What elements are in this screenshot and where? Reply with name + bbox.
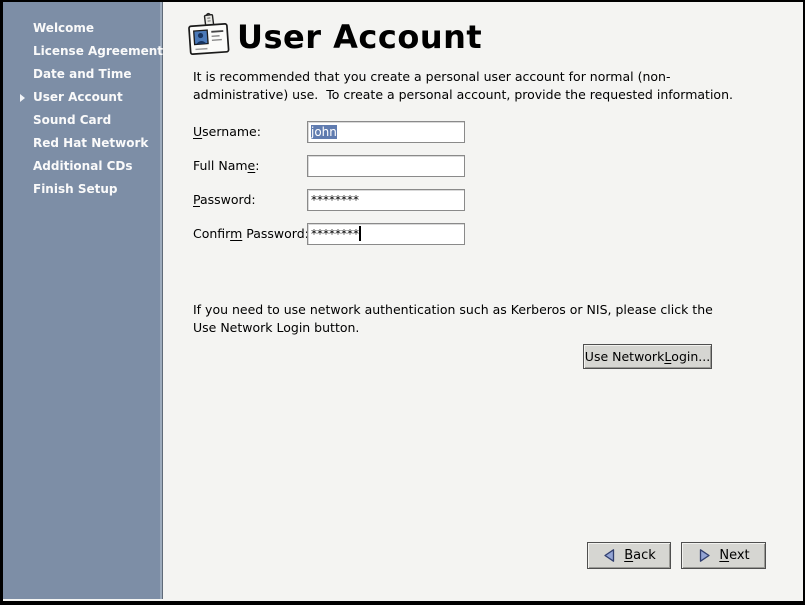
intro-text: It is recommended that you create a pers… <box>193 68 733 104</box>
username-input[interactable]: john <box>307 121 465 143</box>
setup-agent-window: Welcome License Agreement Date and Time … <box>0 0 805 605</box>
sidebar-item-license-agreement: License Agreement <box>3 40 162 63</box>
text-caret <box>359 226 361 241</box>
next-button[interactable]: Next <box>681 542 766 569</box>
password-masked-value: ******** <box>311 193 359 207</box>
sidebar-item-welcome: Welcome <box>3 17 162 40</box>
password-row: Password: ******** <box>193 189 256 211</box>
page-title: User Account <box>237 18 482 56</box>
confirm-password-input[interactable]: ******** <box>307 223 465 245</box>
password-input[interactable]: ******** <box>307 189 465 211</box>
username-selected-text: john <box>311 125 337 139</box>
sidebar-item-red-hat-network: Red Hat Network <box>3 132 162 155</box>
sidebar-item-date-and-time: Date and Time <box>3 63 162 86</box>
password-label: Password: <box>193 192 256 207</box>
use-network-login-button[interactable]: Use Network Login... <box>583 344 712 369</box>
next-arrow-icon <box>697 548 712 563</box>
sidebar-item-label: User Account <box>33 90 123 104</box>
intro-line-2: administrative) use. To create a persona… <box>193 86 733 104</box>
full-name-label: Full Name: <box>193 158 259 173</box>
active-step-arrow-icon <box>20 94 25 102</box>
confirm-password-masked-value: ******** <box>311 227 359 241</box>
back-button-label: Back <box>624 548 656 563</box>
sidebar-item-additional-cds: Additional CDs <box>3 155 162 178</box>
network-note-line-1: If you need to use network authenticatio… <box>193 301 713 319</box>
username-row: Username: john <box>193 121 261 143</box>
back-button[interactable]: Back <box>587 542 671 569</box>
sidebar-item-sound-card: Sound Card <box>3 109 162 132</box>
intro-line-1: It is recommended that you create a pers… <box>193 68 733 86</box>
username-label: Username: <box>193 124 261 139</box>
network-note-line-2: Use Network Login button. <box>193 319 713 337</box>
confirm-password-row: Confirm Password: ******** <box>193 223 309 245</box>
main-content: User Account It is recommended that you … <box>163 2 803 599</box>
network-auth-note: If you need to use network authenticatio… <box>193 301 713 337</box>
id-badge-icon <box>185 12 233 64</box>
confirm-password-label: Confirm Password: <box>193 226 309 241</box>
wizard-steps-sidebar: Welcome License Agreement Date and Time … <box>3 2 163 599</box>
sidebar-item-user-account: User Account <box>3 86 162 109</box>
back-arrow-icon <box>602 548 617 563</box>
full-name-input[interactable] <box>307 155 465 177</box>
sidebar-item-finish-setup: Finish Setup <box>3 178 162 201</box>
full-name-row: Full Name: <box>193 155 259 177</box>
next-button-label: Next <box>719 548 749 563</box>
